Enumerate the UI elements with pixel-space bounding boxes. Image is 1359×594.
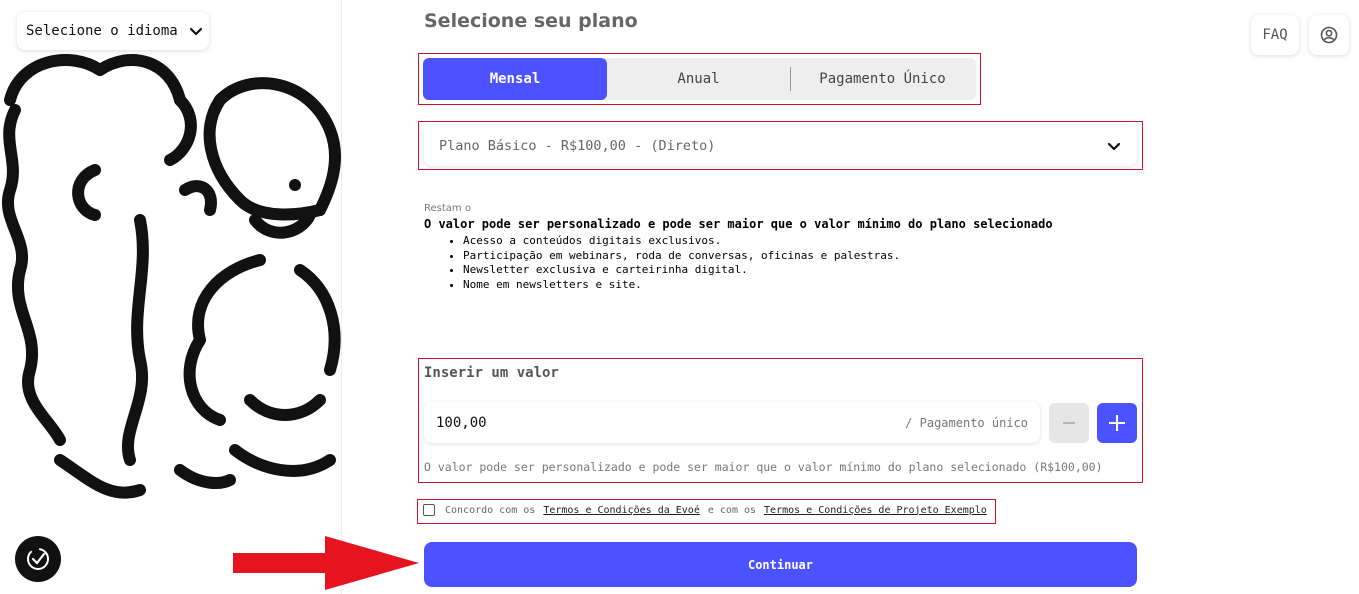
value-help-text: O valor pode ser personalizado e pode se… [424, 460, 1103, 474]
chevron-down-icon [189, 27, 202, 36]
continue-button[interactable]: Continuar [424, 542, 1137, 587]
page-title: Selecione seu plano [424, 10, 638, 32]
terms-prefix: Concordo com os [445, 504, 536, 516]
panel-divider [341, 0, 342, 594]
header-actions: FAQ [1251, 15, 1349, 55]
faq-button[interactable]: FAQ [1251, 15, 1299, 55]
terms-link-evoe[interactable]: Termos e Condições da Evoé [543, 505, 700, 516]
value-input[interactable]: 100,00 / Pagamento único [424, 402, 1040, 443]
list-item: Acesso a conteúdos digitais exclusivos. [463, 234, 900, 249]
chevron-down-icon [1107, 142, 1121, 150]
language-selector-label: Selecione o idioma [26, 23, 178, 39]
arrow-pointer-icon [233, 536, 419, 590]
list-item: Participação em webinars, roda de conver… [463, 249, 900, 264]
accessibility-icon [27, 548, 49, 570]
account-button[interactable] [1309, 15, 1349, 55]
value-label: Inserir um valor [424, 365, 559, 381]
remaining-text: Restam o [424, 203, 471, 214]
tab-anual[interactable]: Anual [607, 58, 790, 100]
tab-mensal[interactable]: Mensal [423, 58, 607, 100]
tab-pagamento-unico[interactable]: Pagamento Único [791, 58, 974, 100]
user-icon [1320, 26, 1338, 44]
increase-button[interactable] [1097, 403, 1137, 443]
list-item: Newsletter exclusiva e carteirinha digit… [463, 263, 900, 278]
plan-select[interactable]: Plano Básico - R$100,00 - (Direto) [424, 125, 1137, 166]
value-input-text: 100,00 [436, 414, 487, 431]
terms-agreement: Concordo com os Termos e Condições da Ev… [423, 504, 995, 516]
illustration-panel [0, 0, 342, 594]
plan-tabs: Mensal Anual Pagamento Único [423, 58, 976, 100]
sketch-illustration [2, 54, 342, 499]
plan-description: O valor pode ser personalizado e pode se… [424, 217, 1053, 231]
list-item: Nome em newsletters e site. [463, 278, 900, 293]
terms-middle: e com os [707, 504, 757, 516]
plan-select-value: Plano Básico - R$100,00 - (Direto) [439, 137, 716, 154]
minus-icon [1063, 422, 1075, 424]
benefits-list: Acesso a conteúdos digitais exclusivos. … [424, 234, 900, 292]
decrease-button[interactable] [1049, 403, 1089, 443]
terms-link-project[interactable]: Termos e Condições de Projeto Exemplo [764, 505, 987, 516]
accessibility-button[interactable] [15, 536, 61, 582]
plus-icon [1109, 415, 1125, 431]
terms-checkbox[interactable] [423, 504, 435, 516]
value-unit: / Pagamento único [905, 415, 1028, 430]
language-selector[interactable]: Selecione o idioma [17, 12, 209, 50]
